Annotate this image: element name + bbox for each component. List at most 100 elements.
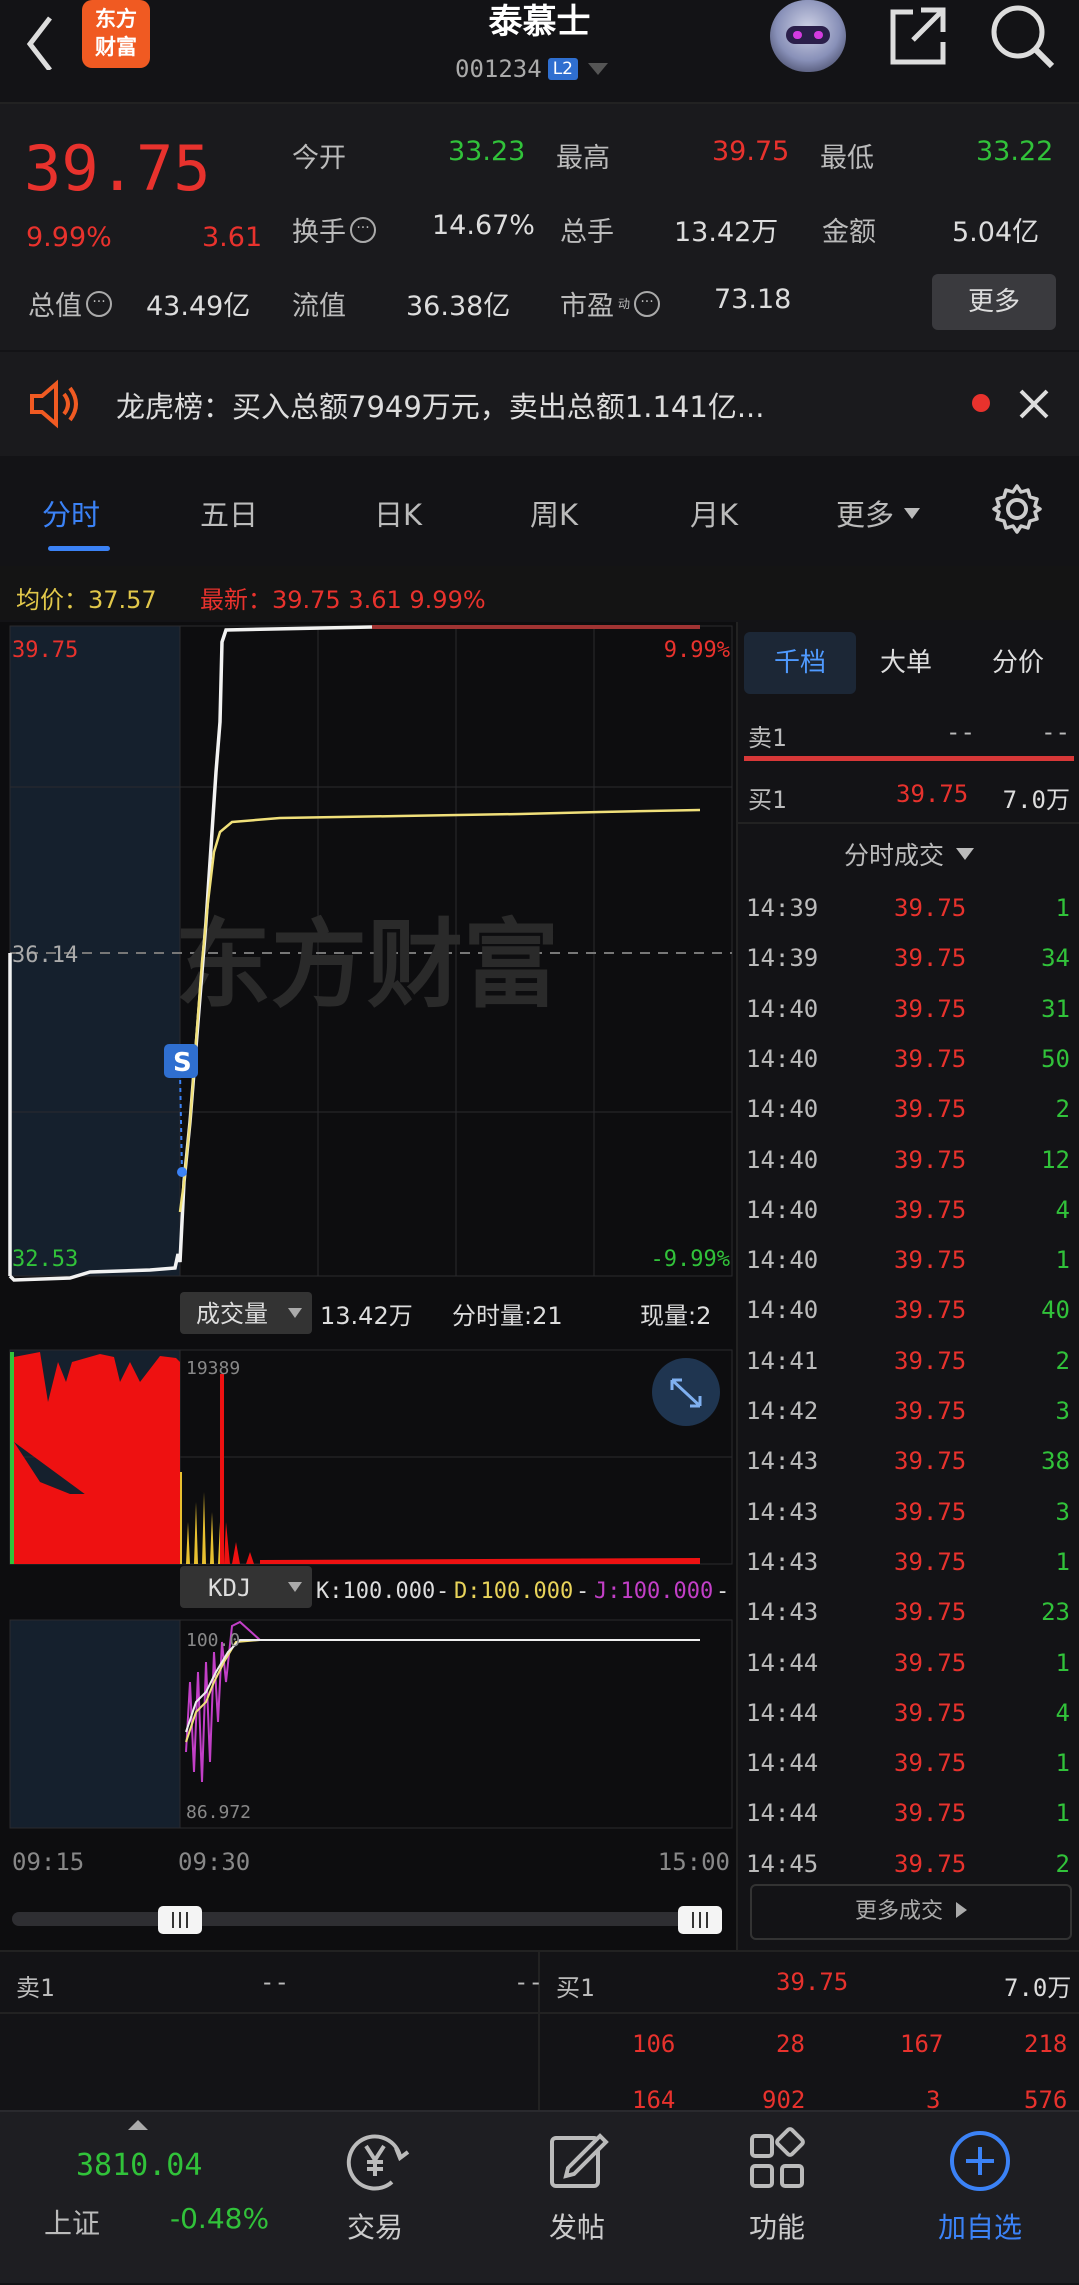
pe-label[interactable]: 市盈动 ··· bbox=[560, 284, 661, 323]
index-value: 3810.04 bbox=[76, 2148, 203, 2183]
last-price: 39.75 bbox=[24, 132, 211, 205]
tick-volume: 2 bbox=[1055, 1346, 1070, 1375]
tab-daily-k[interactable]: 日K bbox=[374, 492, 422, 534]
pe-value: 73.18 bbox=[714, 284, 792, 315]
queue-1-3: 167 bbox=[900, 2030, 944, 2058]
high-label: 最高 bbox=[556, 143, 610, 174]
tick-time: 14:41 bbox=[746, 1346, 819, 1375]
sell1-row: 卖1 -- -- bbox=[738, 706, 1078, 756]
tick-price: 39.75 bbox=[894, 1095, 967, 1124]
tick-row: 14:40 39.75 50 bbox=[738, 1033, 1078, 1083]
tick-time: 14:40 bbox=[746, 1145, 819, 1174]
market-cap-label-text: 总值 bbox=[28, 291, 82, 322]
amount-value: 5.04亿 bbox=[952, 217, 1040, 248]
volume-max-label: 19389 bbox=[186, 1358, 240, 1379]
tick-time: 14:43 bbox=[746, 1598, 819, 1627]
bottom-nav: 3810.04 上证 -0.48% 交易 发帖 功能 加自选 bbox=[0, 2110, 1079, 2283]
intraday-chart[interactable]: 东方财富 S 39.75 36.14 32.53 9.99% -9.99% 成交… bbox=[0, 622, 736, 1960]
market-cap-label[interactable]: 总值 ··· bbox=[28, 284, 112, 323]
tick-price: 39.75 bbox=[894, 1598, 967, 1627]
tab-monthly-k[interactable]: 月K bbox=[690, 492, 738, 534]
caret-down-icon bbox=[588, 63, 608, 75]
side-tab-price-dist[interactable]: 分价 bbox=[992, 632, 1044, 694]
info-dots-icon[interactable]: ··· bbox=[634, 290, 661, 317]
more-ticks-button[interactable]: 更多成交 bbox=[750, 1884, 1072, 1940]
tick-volume: 1 bbox=[1055, 1749, 1070, 1778]
turnover-label[interactable]: 换手 ··· bbox=[292, 210, 376, 249]
sell1-price: -- bbox=[946, 718, 975, 746]
kdj-selector-label: KDJ bbox=[208, 1574, 251, 1602]
tick-price: 39.75 bbox=[894, 1246, 967, 1275]
avg-price-label: 均价：37.57 bbox=[16, 586, 157, 614]
bottom-buy1-vol: 7.0万 bbox=[1004, 1974, 1072, 2002]
watermark-text: 东方财富 bbox=[175, 909, 559, 1021]
volume-label: 总手 bbox=[560, 217, 614, 248]
tab-weekly-k[interactable]: 周K bbox=[530, 492, 578, 534]
settings-gear-icon[interactable] bbox=[990, 482, 1044, 536]
change-percent: 9.99% bbox=[26, 222, 112, 253]
turnover-value: 14.67% bbox=[432, 210, 535, 241]
sell1-label: 卖1 bbox=[748, 724, 787, 752]
robot-avatar-icon[interactable] bbox=[770, 0, 846, 72]
tick-time: 14:40 bbox=[746, 1296, 819, 1325]
kdj-j-line bbox=[185, 1620, 700, 1783]
tick-price: 39.75 bbox=[894, 994, 967, 1023]
share-icon[interactable] bbox=[885, 4, 949, 68]
tab-five-day[interactable]: 五日 bbox=[200, 492, 258, 534]
info-dots-icon[interactable]: ··· bbox=[350, 216, 376, 243]
info-dots-icon[interactable]: ··· bbox=[86, 290, 112, 317]
y-pct-top: 9.99% bbox=[664, 638, 730, 663]
search-icon[interactable] bbox=[988, 2, 1058, 72]
sell1-volume: -- bbox=[1041, 718, 1070, 746]
nav-functions-label: 功能 bbox=[748, 2211, 805, 2244]
close-icon[interactable] bbox=[1018, 388, 1050, 420]
nav-post[interactable]: 发帖 bbox=[522, 2126, 632, 2276]
tick-price: 39.75 bbox=[894, 1799, 967, 1828]
stock-code-row[interactable]: 001234 L2 bbox=[455, 52, 608, 86]
tick-volume: 1 bbox=[1055, 1547, 1070, 1576]
tick-row: 14:39 39.75 34 bbox=[738, 932, 1078, 982]
index-ticker[interactable]: 3810.04 上证 -0.48% bbox=[0, 2112, 290, 2285]
caret-down-icon bbox=[904, 507, 921, 519]
chart-tabs: 分时 五日 日K 周K 月K 更多 bbox=[0, 458, 1079, 562]
tick-price: 39.75 bbox=[894, 1296, 967, 1325]
plus-circle-icon bbox=[950, 2131, 1010, 2191]
intraday-chart-area[interactable]: 东方财富 S 39.75 36.14 32.53 9.99% -9.99% 成交… bbox=[0, 622, 736, 1960]
tab-more[interactable]: 更多 bbox=[836, 492, 921, 534]
nav-trade[interactable]: 交易 bbox=[320, 2126, 430, 2276]
tick-volume: 38 bbox=[1041, 1447, 1070, 1476]
tick-time: 14:44 bbox=[746, 1648, 819, 1677]
time-label-close: 15:00 bbox=[658, 1848, 730, 1876]
tick-volume: 3 bbox=[1055, 1397, 1070, 1425]
side-tab-big-orders[interactable]: 大单 bbox=[880, 632, 932, 694]
caret-down-icon bbox=[956, 848, 975, 860]
level2-badge: L2 bbox=[547, 58, 578, 80]
more-ticks-label: 更多成交 bbox=[854, 1899, 943, 1924]
tick-list[interactable]: 14:39 39.75 1 14:39 39.75 34 14:40 39.75 31 14:40… bbox=[738, 882, 1079, 1892]
float-cap-label: 流值 bbox=[292, 291, 346, 322]
y-pct-bottom: -9.99% bbox=[651, 1247, 730, 1272]
low-value: 33.22 bbox=[976, 136, 1054, 167]
nav-trade-label: 交易 bbox=[346, 2211, 403, 2244]
tick-time: 14:40 bbox=[746, 994, 819, 1023]
ticks-title[interactable]: 分时成交 bbox=[844, 836, 975, 872]
more-button[interactable]: 更多 bbox=[932, 274, 1056, 330]
volume-value: 13.42万 bbox=[674, 217, 779, 248]
turnover-label-text: 换手 bbox=[292, 217, 346, 248]
buy1-row: 买1 39.75 7.0万 bbox=[738, 768, 1078, 818]
nav-add-watchlist[interactable]: 加自选 bbox=[918, 2126, 1042, 2276]
queue-1-1: 106 bbox=[632, 2030, 676, 2058]
tick-time: 14:44 bbox=[746, 1698, 819, 1727]
volume-per-min: 分时量:21 bbox=[452, 1302, 563, 1330]
nav-add-watchlist-label: 加自选 bbox=[937, 2211, 1022, 2244]
tick-volume: 4 bbox=[1055, 1195, 1070, 1224]
stock-code: 001234 bbox=[455, 55, 542, 83]
tab-more-label: 更多 bbox=[836, 498, 895, 532]
notice-bar[interactable]: 龙虎榜：买入总额7949万元，卖出总额1.141亿... bbox=[0, 352, 1079, 456]
tick-price: 39.75 bbox=[894, 1195, 967, 1224]
nav-functions[interactable]: 功能 bbox=[722, 2126, 832, 2276]
volume-selector-label: 成交量 bbox=[196, 1300, 268, 1328]
side-tab-thousand-depth[interactable]: 千档 bbox=[744, 632, 856, 694]
tab-intraday[interactable]: 分时 bbox=[42, 492, 100, 534]
high-value: 39.75 bbox=[712, 136, 790, 167]
